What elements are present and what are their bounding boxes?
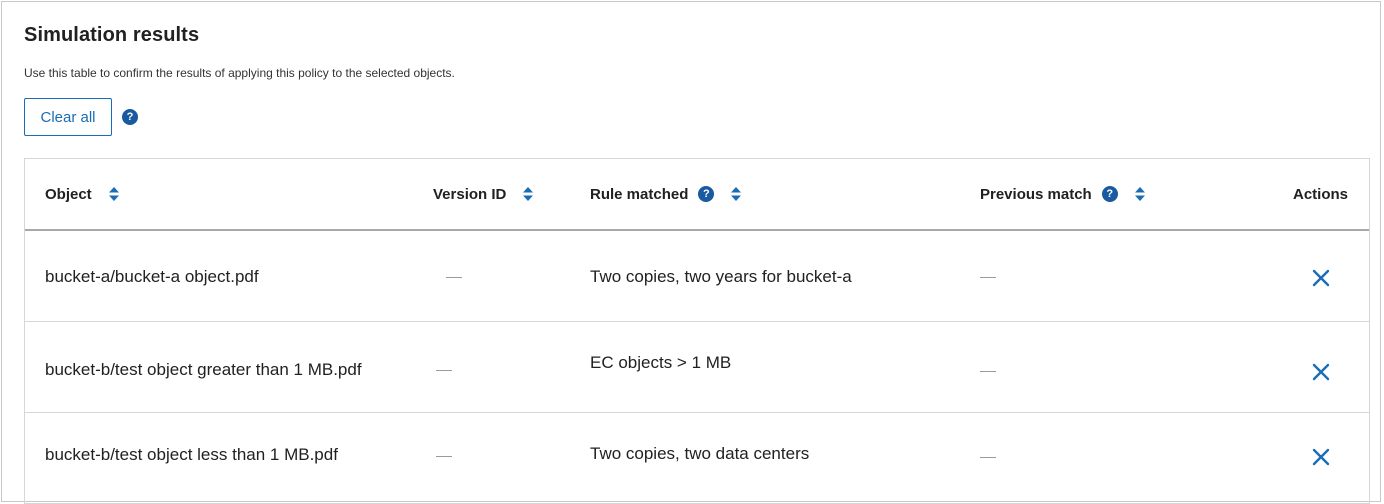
previous-match-empty <box>980 371 996 372</box>
help-icon[interactable]: ? <box>1101 186 1118 202</box>
sort-icon[interactable] <box>730 186 742 202</box>
sort-icon[interactable] <box>1134 186 1146 202</box>
simulation-results-panel: Simulation results Use this table to con… <box>1 1 1381 504</box>
sort-icon[interactable] <box>108 186 120 202</box>
table-row: bucket-b/test object less than 1 MB.pdf … <box>25 413 1369 504</box>
column-header-version-id[interactable]: Version ID <box>433 159 534 229</box>
column-header-label: Rule matched <box>590 185 689 203</box>
column-header-rule-matched[interactable]: Rule matched ? <box>590 159 742 229</box>
page-title: Simulation results <box>24 24 200 46</box>
object-cell: bucket-b/test object less than 1 MB.pdf <box>45 445 338 464</box>
previous-match-empty <box>980 457 996 458</box>
object-cell: bucket-a/bucket-a object.pdf <box>45 267 259 286</box>
page-description: Use this table to confirm the results of… <box>24 66 455 80</box>
sort-icon[interactable] <box>522 186 534 202</box>
results-table: Object Version ID Rule matched ? Previou… <box>24 158 1370 504</box>
column-header-actions: Actions <box>1293 159 1348 229</box>
help-icon[interactable]: ? <box>122 109 138 125</box>
rule-matched-cell: Two copies, two years for bucket-a <box>590 267 852 286</box>
column-header-label: Previous match <box>980 185 1092 203</box>
column-header-label: Version ID <box>433 185 507 203</box>
previous-match-empty <box>980 277 996 278</box>
help-icon[interactable]: ? <box>698 186 715 202</box>
version-id-empty <box>436 456 452 457</box>
column-header-previous-match[interactable]: Previous match ? <box>980 159 1146 229</box>
column-header-label: Object <box>45 185 92 203</box>
clear-all-button[interactable]: Clear all <box>24 98 112 136</box>
table-header: Object Version ID Rule matched ? Previou… <box>25 159 1369 231</box>
rule-matched-cell: Two copies, two data centers <box>590 444 810 463</box>
version-id-empty <box>436 370 452 371</box>
close-icon[interactable] <box>1311 447 1331 467</box>
close-icon[interactable] <box>1311 362 1331 382</box>
rule-matched-cell: EC objects > 1 MB <box>590 353 732 372</box>
column-header-label: Actions <box>1293 185 1349 203</box>
version-id-empty <box>446 277 462 278</box>
table-row: bucket-b/test object greater than 1 MB.p… <box>25 322 1369 413</box>
column-header-object[interactable]: Object <box>45 159 120 229</box>
object-cell: bucket-b/test object greater than 1 MB.p… <box>45 360 362 379</box>
table-row: bucket-a/bucket-a object.pdf Two copies,… <box>25 231 1369 322</box>
close-icon[interactable] <box>1311 268 1331 288</box>
